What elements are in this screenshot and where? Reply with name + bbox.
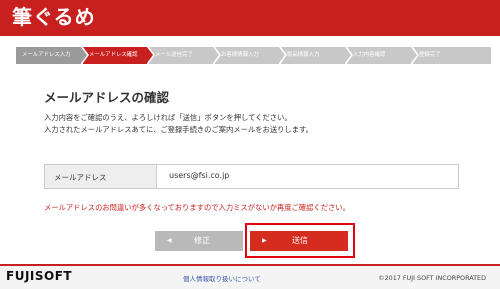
step-progress-bar: メールアドレス入力 メールアドレス確認 メール送信完了 お客様情報入力 製品情報… (16, 47, 491, 64)
email-label: メールアドレス (54, 173, 107, 182)
back-button[interactable]: ◀ 修正 (155, 231, 243, 251)
email-confirm-table: メールアドレス users@fsi.co.jp (44, 164, 459, 189)
app-logo: 筆ぐるめ (12, 5, 96, 29)
step-label: 登録完了 (419, 52, 441, 58)
send-button-highlight (245, 223, 355, 258)
step-product-info: 製品情報入力 (281, 47, 353, 64)
footer: FUJISOFT 個人情報取り扱いについて ©2017 FUJI SOFT IN… (0, 264, 500, 289)
step-mail-sent: メール送信完了 (149, 47, 221, 64)
step-label: メールアドレス確認 (89, 52, 138, 58)
step-review: 入力内容確認 (347, 47, 419, 64)
page-title: メールアドレスの確認 (44, 90, 170, 105)
step-label: 製品情報入力 (287, 52, 320, 58)
email-label-cell: メールアドレス (45, 165, 157, 188)
privacy-policy-link[interactable]: 個人情報取り扱いについて (183, 273, 261, 283)
step-label: メール送信完了 (155, 52, 193, 58)
step-customer-info: お客様情報入力 (215, 47, 287, 64)
step-complete: 登録完了 (413, 47, 491, 64)
copyright-text: ©2017 FUJI SOFT INCORPORATED (378, 274, 486, 282)
arrow-left-icon: ◀ (167, 237, 172, 244)
company-logo: FUJISOFT (6, 269, 73, 283)
instruction-text: 入力されたメールアドレスあてに、ご登録手続きのご案内メールをお送りします。 (44, 125, 313, 134)
step-label: 入力内容確認 (353, 52, 386, 58)
back-button-label: 修正 (194, 236, 210, 245)
app-header: 筆ぐるめ (0, 0, 500, 36)
step-label: お客様情報入力 (221, 52, 259, 58)
instruction-text: 入力内容をご確認のうえ、よろしければ「送信」ボタンを押してください。 (44, 113, 292, 122)
step-email-confirm: メールアドレス確認 (83, 47, 155, 64)
warning-message: メールアドレスのお問違いが多くなっておりますので入力ミスがないか再度ご確認くださ… (44, 203, 350, 212)
step-label: メールアドレス入力 (22, 52, 71, 58)
step-email-input: メールアドレス入力 (16, 47, 89, 64)
email-value: users@fsi.co.jp (169, 171, 230, 180)
